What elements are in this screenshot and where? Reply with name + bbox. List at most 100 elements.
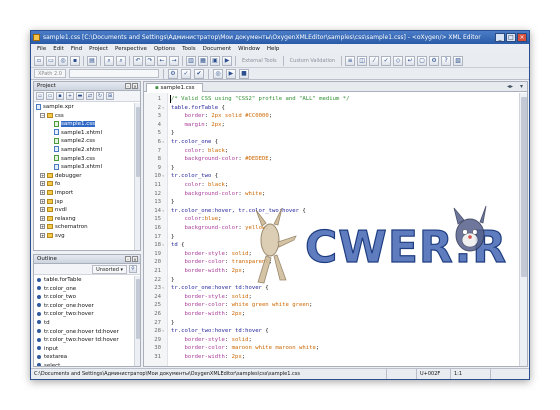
tab-nav-icon[interactable]: ◂▸ [507, 83, 513, 90]
transform-icon[interactable]: ▥ [186, 55, 196, 66]
check-wellformed-icon[interactable]: ✓ [180, 68, 191, 79]
menu-options[interactable]: Options [154, 44, 175, 54]
code-line[interactable]: 4 margin: 2px; [144, 121, 519, 130]
fold-toggle-icon[interactable]: ▿ [162, 104, 164, 113]
code-line[interactable]: 27} [144, 319, 519, 328]
open-project-icon[interactable]: ▭ [46, 92, 54, 100]
project-scrollbar[interactable] [134, 103, 140, 250]
link-icon[interactable]: ⇄ [86, 92, 94, 100]
tree-file[interactable]: sample2.xhtml [36, 146, 133, 155]
custom-validation-label[interactable]: Custom Validation [290, 58, 335, 64]
outline-item[interactable]: textarea [37, 353, 133, 362]
code-line[interactable]: 7 color: black; [144, 147, 519, 156]
tree-folder[interactable]: + schematron [36, 223, 133, 232]
outline-sort-select[interactable]: Unsorted ▾ [92, 264, 127, 274]
expand-all-icon[interactable]: ⊞ [106, 92, 114, 100]
print-icon[interactable]: ▤ [87, 55, 97, 66]
expand-icon[interactable]: + [40, 189, 45, 195]
menu-perspective[interactable]: Perspective [115, 44, 147, 54]
code-line[interactable]: 31 border-width: 2px; [144, 353, 519, 362]
code-line[interactable]: 2 ▿ table.forTable { [144, 104, 519, 113]
settings-icon[interactable]: ⚙ [429, 55, 440, 66]
perspective-icon[interactable]: ▧ [453, 55, 464, 66]
menu-help[interactable]: Help [267, 44, 280, 54]
fold-toggle-icon[interactable]: ▿ [162, 172, 164, 181]
scroll-thumb[interactable] [136, 279, 140, 339]
fold-toggle-icon[interactable]: ▿ [162, 241, 164, 250]
tree-file[interactable]: sample1.css [36, 120, 133, 129]
fold-toggle-icon[interactable]: ▿ [162, 207, 164, 216]
code-line[interactable]: 1 /* Valid CSS using "CSS2" profile and "… [144, 95, 519, 104]
outline-item[interactable]: tr.color_one:hover td:hover [37, 328, 133, 337]
code-line[interactable]: 30 border-color: maroon white maroon whi… [144, 344, 519, 353]
code-line[interactable]: 26 border-width: 2px; [144, 310, 519, 319]
comment-icon[interactable]: ⁄ [369, 55, 380, 66]
expand-icon[interactable]: + [40, 207, 45, 213]
outline-item[interactable]: tr.color_one [37, 285, 133, 294]
outline-scrollbar[interactable] [134, 276, 140, 366]
scroll-thumb[interactable] [521, 97, 527, 277]
code-line[interactable]: 3 border: 2px solid #CC0000; [144, 112, 519, 121]
outline-item[interactable]: td [37, 319, 133, 328]
code-line[interactable]: 29 border-style: solid; [144, 336, 519, 345]
external-tools-label[interactable]: External Tools [242, 58, 277, 64]
outline-item[interactable]: table.forTable [37, 276, 133, 285]
validate-icon[interactable]: ✔ [193, 68, 204, 79]
tree-file[interactable]: sample2.css [36, 137, 133, 146]
fold-toggle-icon[interactable]: ▿ [162, 138, 164, 147]
outline-item[interactable]: input [37, 345, 133, 354]
menu-project[interactable]: Project [89, 44, 108, 54]
save-icon[interactable]: ▪ [70, 55, 80, 66]
expand-icon[interactable]: + [40, 215, 45, 221]
back-icon[interactable]: ← [157, 55, 167, 66]
configure-transform-icon[interactable]: ▦ [198, 55, 208, 66]
run-icon[interactable]: ▶ [222, 55, 232, 66]
tree-file[interactable]: sample1.xhtml [36, 129, 133, 138]
outline-item[interactable]: tr.color_two:hover td:hover [37, 336, 133, 345]
expand-icon[interactable]: + [40, 224, 45, 230]
tree-folder[interactable]: + debugger [36, 172, 133, 181]
outline-item[interactable]: tr.color_two:hover [37, 310, 133, 319]
panel-minimize-icon[interactable]: - [125, 83, 131, 89]
fold-toggle-icon[interactable]: ▿ [162, 284, 164, 293]
tree-file[interactable]: sample3.css [36, 155, 133, 164]
tree-folder[interactable]: + relaxng [36, 215, 133, 224]
maximize-button[interactable]: □ [506, 33, 516, 42]
panel-close-icon[interactable]: × [132, 83, 138, 89]
tree-item-project-root[interactable]: sample.xpr [36, 103, 133, 112]
apply-icon[interactable]: ⚙ [167, 68, 178, 79]
fold-toggle-icon[interactable]: ▿ [162, 327, 164, 336]
panel-minimize-icon[interactable]: - [125, 256, 131, 262]
check-icon[interactable]: ✓ [381, 55, 392, 66]
menu-file[interactable]: File [37, 44, 46, 54]
tag-icon[interactable]: ◇ [393, 55, 404, 66]
tree-folder[interactable]: + fo [36, 180, 133, 189]
expand-icon[interactable]: + [40, 181, 45, 187]
outline-item[interactable]: tr.color_two [37, 293, 133, 302]
xpath-input[interactable] [68, 69, 159, 78]
menu-window[interactable]: Window [238, 44, 260, 54]
add-files-icon[interactable]: + [66, 92, 74, 100]
new-project-icon[interactable]: ▫ [36, 92, 44, 100]
expand-icon[interactable]: + [40, 172, 45, 178]
scroll-thumb[interactable] [136, 107, 140, 177]
minimize-button[interactable]: _ [495, 33, 505, 42]
xpath-version-select[interactable]: XPath 2.0 [34, 69, 66, 78]
debug-icon[interactable]: ▣ [210, 55, 220, 66]
new-file-icon[interactable]: ▫ [34, 55, 44, 66]
code-line[interactable]: 28 ▿ tr.color_two:hover td:hover { [144, 327, 519, 336]
menu-find[interactable]: Find [71, 44, 82, 54]
outline-filter-icon[interactable]: ⚲ [129, 265, 137, 273]
tab-list-icon[interactable]: ▾ [520, 83, 523, 90]
redo-icon[interactable]: ↷ [145, 55, 155, 66]
scenario-icon[interactable]: ◎ [212, 68, 223, 79]
tree-folder[interactable]: + nvdl [36, 206, 133, 215]
outline-item[interactable]: select [37, 362, 133, 366]
help-icon[interactable]: ? [441, 55, 452, 66]
menu-tools[interactable]: Tools [182, 44, 196, 54]
code-line[interactable]: 5} [144, 129, 519, 138]
find-icon[interactable]: ⌕ [104, 55, 114, 66]
forward-icon[interactable]: → [169, 55, 179, 66]
menu-edit[interactable]: Edit [53, 44, 64, 54]
stop-icon[interactable]: ■ [238, 68, 249, 79]
